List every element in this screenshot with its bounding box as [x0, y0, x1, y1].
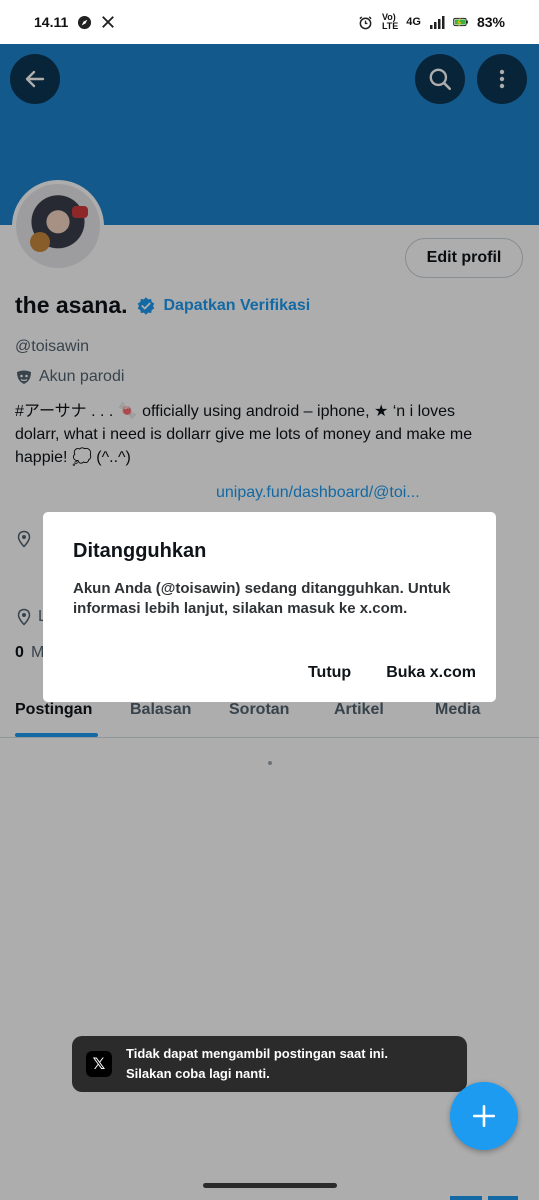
alarm-icon: [358, 14, 374, 30]
open-xcom-button[interactable]: Buka x.com: [386, 664, 476, 682]
dialog-message: Akun Anda (@toisawin) sedang ditangguhka…: [73, 580, 451, 617]
compose-plus-icon: [472, 1104, 496, 1128]
network-type: 4G: [406, 16, 421, 28]
status-time: 14.11: [34, 14, 69, 30]
battery-percent: 83%: [476, 14, 505, 30]
compass-icon: [76, 14, 92, 30]
battery-icon: [453, 14, 469, 30]
x-logo-icon: 𝕏: [86, 1051, 112, 1077]
dialog-title: Ditangguhkan: [73, 540, 207, 562]
toast-message: Tidak dapat mengambil postingan saat ini…: [126, 1046, 388, 1081]
signal-icon: [429, 14, 445, 30]
close-button[interactable]: Tutup: [308, 664, 351, 682]
suspended-dialog: Ditangguhkan Akun Anda (@toisawin) sedan…: [43, 512, 496, 702]
status-bar: 14.11 Vo) LTE 4G 83%: [0, 0, 539, 44]
dialog-actions: Tutup Buka x.com: [308, 664, 476, 682]
volte-indicator: Vo) LTE: [381, 12, 399, 31]
home-indicator[interactable]: [203, 1183, 337, 1188]
x-status-icon: [100, 14, 116, 30]
compose-button[interactable]: [450, 1082, 518, 1150]
error-toast: 𝕏 Tidak dapat mengambil postingan saat i…: [72, 1036, 467, 1092]
